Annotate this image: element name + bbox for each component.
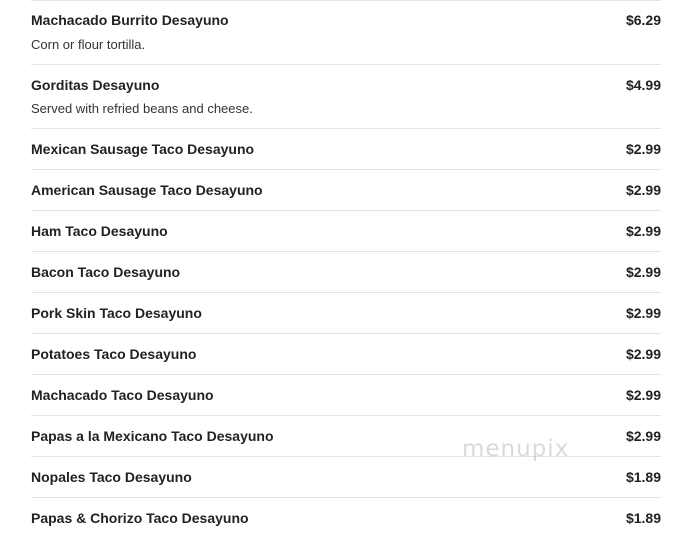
item-price: $4.99 — [625, 77, 661, 93]
item-name: Potatoes Taco Desayuno — [31, 346, 197, 362]
menu-item[interactable]: Potatoes Taco Desayuno $2.99 — [31, 334, 661, 375]
item-name: Machacado Taco Desayuno — [31, 387, 214, 403]
menu-item[interactable]: Mexican Sausage Taco Desayuno $2.99 — [31, 129, 661, 170]
menu-item[interactable]: Ham Taco Desayuno $2.99 — [31, 211, 661, 252]
item-price: $2.99 — [625, 346, 661, 362]
menu-item[interactable]: Bacon Taco Desayuno $2.99 — [31, 252, 661, 293]
menu-item[interactable]: Machacado Taco Desayuno $2.99 — [31, 375, 661, 416]
item-price: $2.99 — [625, 141, 661, 157]
item-price: $2.99 — [625, 428, 661, 444]
item-name: Machacado Burrito Desayuno — [31, 12, 229, 28]
item-price: $2.99 — [625, 223, 661, 239]
item-name: Bacon Taco Desayuno — [31, 264, 181, 280]
item-name: Pork Skin Taco Desayuno — [31, 305, 202, 321]
item-name: American Sausage Taco Desayuno — [31, 182, 263, 198]
item-description: Served with refried beans and cheese. — [31, 101, 253, 116]
watermark-logo: menupix — [462, 436, 570, 462]
item-price: $2.99 — [625, 264, 661, 280]
menu-item[interactable]: Gorditas Desayuno $4.99 Served with refr… — [31, 65, 661, 129]
menu-item[interactable]: Nopales Taco Desayuno $1.89 — [31, 457, 661, 498]
item-name: Mexican Sausage Taco Desayuno — [31, 141, 255, 157]
item-price: $2.99 — [625, 305, 661, 321]
menu-item[interactable]: Machacado Burrito Desayuno $6.29 Corn or… — [31, 1, 661, 65]
item-price: $2.99 — [625, 182, 661, 198]
item-description: Corn or flour tortilla. — [31, 37, 146, 52]
item-price: $1.89 — [625, 510, 661, 526]
item-price: $2.99 — [625, 387, 661, 403]
item-name: Papas a la Mexicano Taco Desayuno — [31, 428, 274, 444]
item-name: Nopales Taco Desayuno — [31, 469, 192, 485]
menu-item[interactable]: American Sausage Taco Desayuno $2.99 — [31, 170, 661, 211]
item-name: Ham Taco Desayuno — [31, 223, 168, 239]
item-name: Gorditas Desayuno — [31, 77, 160, 93]
item-name: Papas & Chorizo Taco Desayuno — [31, 510, 249, 526]
item-price: $1.89 — [625, 469, 661, 485]
item-price: $6.29 — [625, 12, 661, 28]
menu-item[interactable]: Papas & Chorizo Taco Desayuno $1.89 — [31, 498, 661, 535]
menu-item[interactable]: Pork Skin Taco Desayuno $2.99 — [31, 293, 661, 334]
